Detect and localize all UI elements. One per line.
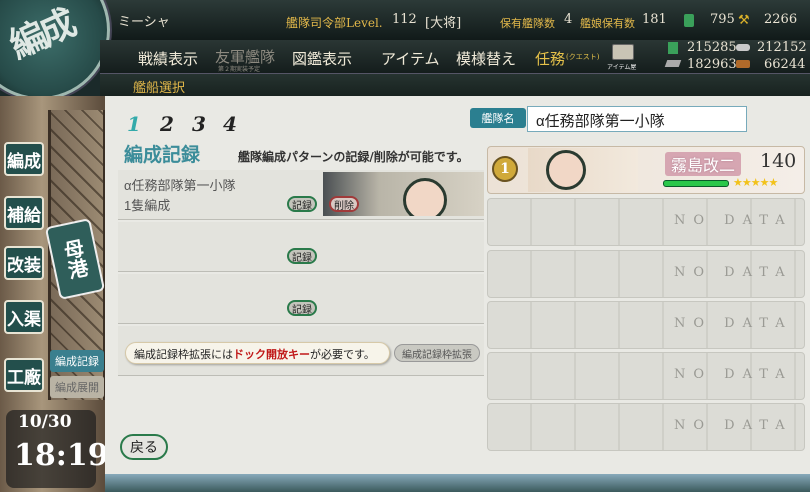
- shop-icon[interactable]: [612, 44, 634, 60]
- quest-sub-label: (クエスト): [566, 53, 600, 61]
- slot-1-record-button[interactable]: 記録: [287, 196, 317, 212]
- footer-strip: [105, 474, 810, 492]
- level-value: 112: [392, 12, 417, 27]
- hint-prefix: 編成記録枠拡張には: [134, 348, 233, 361]
- record-description: 艦隊編成パターンの記録/削除が可能です。: [238, 150, 469, 164]
- slot-3-record-button[interactable]: 記録: [287, 300, 317, 316]
- hint-key: ドック開放キー: [233, 348, 310, 361]
- shop-label: アイテム屋: [607, 64, 637, 71]
- ship-card-3-nodata: NO DATA: [674, 265, 793, 280]
- ammo-icon: [736, 44, 750, 51]
- expand-slots-button[interactable]: 編成記録枠拡張: [394, 344, 480, 362]
- level-label: 艦隊司令部Level.: [286, 16, 383, 30]
- ship-name: 霧島改二: [665, 152, 742, 176]
- ammo-count: 212152: [757, 40, 807, 55]
- sub-title: 艦船選択: [133, 81, 186, 96]
- slot-2-record-button[interactable]: 記録: [287, 248, 317, 264]
- ship-card-5-nodata: NO DATA: [674, 367, 793, 382]
- ship-portrait: [403, 178, 447, 216]
- menu-items[interactable]: アイテム: [381, 48, 440, 69]
- back-button[interactable]: 戻る: [120, 434, 168, 460]
- bauxite-icon: [736, 60, 750, 68]
- record-slot-3: [118, 274, 484, 324]
- menu-quest[interactable]: 任務: [535, 48, 565, 69]
- ship-count-label: 艦娘保有数: [580, 17, 635, 30]
- date-display: 10/30: [18, 412, 72, 432]
- fleet-count: 4: [564, 12, 573, 27]
- ship-card-2-nodata: NO DATA: [674, 213, 793, 228]
- fuel-icon: [668, 42, 678, 54]
- flagship-icon: 1: [492, 156, 518, 182]
- time-display: 18:19: [14, 438, 109, 473]
- bucket-count: 795: [710, 12, 735, 27]
- fleet-tab-4[interactable]: 4: [223, 112, 237, 136]
- fleet-tab-3[interactable]: 3: [192, 112, 206, 136]
- dev-material-icon: ⚒: [738, 13, 750, 28]
- slot-1-ship-count: 1隻編成: [124, 198, 171, 213]
- sidebar-organize-button[interactable]: 編成: [4, 142, 44, 176]
- slot-1-delete-button[interactable]: 削除: [329, 196, 359, 212]
- bauxite-count: 66244: [764, 57, 806, 72]
- fleet-name-input[interactable]: α任務部隊第一小隊: [527, 106, 747, 132]
- sidebar-repair-button[interactable]: 入渠: [4, 300, 44, 334]
- fleet-count-label: 保有艦隊数: [500, 17, 555, 30]
- ship-level: 140: [760, 150, 797, 172]
- dev-material-count: 2266: [764, 12, 798, 27]
- record-title: 編成記録: [124, 144, 201, 166]
- ship-banner: [528, 148, 638, 192]
- sidebar-arsenal-button[interactable]: 工廠: [4, 358, 44, 392]
- sidebar-supply-button[interactable]: 補給: [4, 196, 44, 230]
- player-name: ミーシャ: [118, 15, 170, 30]
- menu-picture-book[interactable]: 図鑑表示: [292, 48, 352, 69]
- tab-fleet-deploy[interactable]: 編成展開: [50, 376, 104, 398]
- steel-icon: [664, 60, 682, 67]
- tab-fleet-record[interactable]: 編成記録: [50, 350, 104, 372]
- slot-1-fleet-name: α任務部隊第一小隊: [124, 178, 236, 193]
- fleet-tab-2[interactable]: 2: [160, 112, 174, 136]
- sub-bar: [100, 74, 810, 96]
- fleet-tab-1[interactable]: 1: [127, 112, 141, 136]
- ship-count: 181: [642, 12, 667, 27]
- rank-label: [大将]: [425, 16, 462, 31]
- menu-furniture[interactable]: 模様替え: [456, 48, 516, 69]
- bucket-icon: [684, 14, 694, 27]
- record-slot-2: [118, 222, 484, 272]
- friend-fleet-note: 第２期実装予定: [218, 66, 261, 73]
- ship-card-4-nodata: NO DATA: [674, 316, 793, 331]
- steel-count: 182963: [687, 57, 737, 72]
- ship-condition-stars: ★★★★★: [733, 176, 778, 189]
- ship-face: [546, 150, 586, 190]
- fleet-name-label: 艦隊名: [470, 108, 526, 128]
- ship-hp-bar: [663, 180, 729, 187]
- expand-hint: 編成記録枠拡張にはドック開放キーが必要です。: [125, 342, 390, 364]
- hint-suffix: が必要です。: [310, 348, 375, 361]
- ship-card-6-nodata: NO DATA: [674, 418, 793, 433]
- sidebar-remodel-button[interactable]: 改装: [4, 246, 44, 280]
- fuel-count: 215285: [687, 40, 737, 55]
- menu-battle-record[interactable]: 戦績表示: [138, 48, 198, 69]
